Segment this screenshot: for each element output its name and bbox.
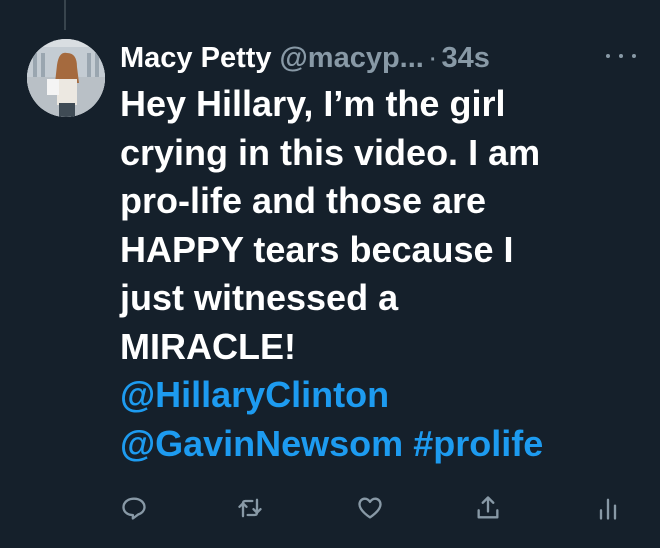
avatar[interactable] [27, 39, 105, 117]
mention-line: @HillaryClinton [120, 371, 645, 420]
retweet-button[interactable] [234, 492, 266, 524]
avatar-photo [27, 39, 105, 117]
mention-hashtag-line: @GavinNewsom #prolife [120, 420, 645, 469]
share-button[interactable] [472, 492, 504, 524]
header-separator: · [427, 41, 438, 74]
more-dot [632, 54, 636, 58]
tweet-text-line: HAPPY tears because I [120, 228, 514, 270]
more-dot [619, 54, 623, 58]
tweet-text-line: MIRACLE! [120, 325, 296, 367]
mention-link-hillaryclinton[interactable]: @HillaryClinton [120, 374, 389, 415]
like-icon [358, 497, 382, 519]
reply-icon [122, 497, 146, 520]
tweet-text: Hey Hillary, I’m the girl crying in this… [120, 80, 645, 468]
user-handle[interactable]: @macyp... [280, 42, 424, 75]
hashtag-link-prolife[interactable]: #prolife [413, 423, 543, 464]
share-icon [477, 496, 499, 519]
tweet-text-line: just witnessed a [120, 277, 399, 318]
analytics-button[interactable] [592, 492, 624, 524]
reply-button[interactable] [118, 492, 150, 524]
tweet-actions [118, 492, 628, 526]
tweet-text-line: pro-life and those are [120, 180, 487, 221]
like-button[interactable] [354, 492, 386, 524]
tweet-header: Macy Petty @macyp... · 34s [120, 36, 630, 80]
display-name[interactable]: Macy Petty [120, 42, 272, 75]
retweet-icon [238, 498, 262, 518]
more-dot [606, 54, 610, 58]
mention-link-gavinnewsom[interactable]: @GavinNewsom [120, 423, 403, 464]
timestamp[interactable]: 34s [442, 42, 490, 75]
more-options-icon[interactable] [606, 46, 636, 66]
thread-connector-line [64, 0, 66, 30]
tweet-text-line: crying in this video. I am [120, 131, 541, 173]
tweet-text-line: Hey Hillary, I’m the girl [120, 83, 506, 124]
analytics-icon [599, 498, 617, 520]
